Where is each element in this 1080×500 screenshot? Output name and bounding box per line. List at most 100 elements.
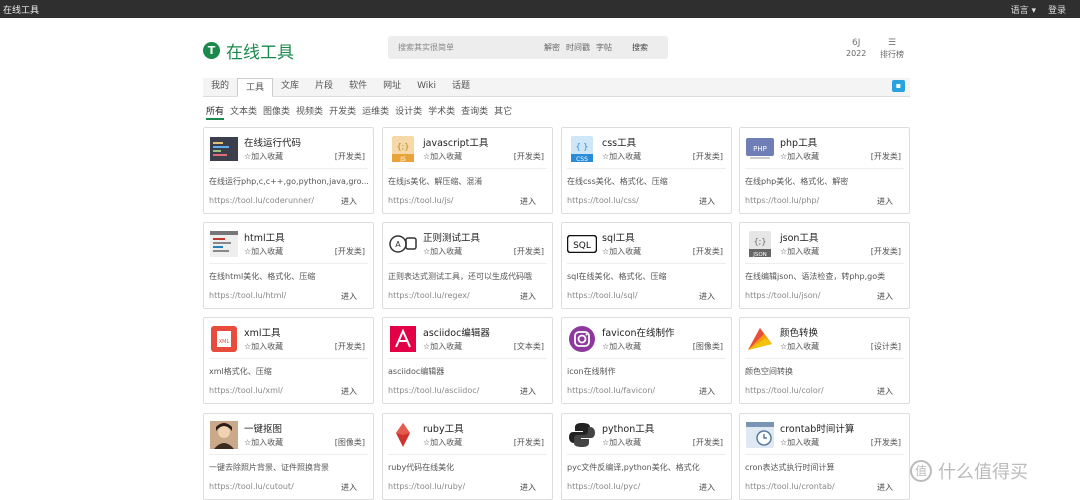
category-filter-item[interactable]: 图像类 (263, 104, 290, 120)
tab-item[interactable]: 工具 (237, 78, 274, 97)
enter-link[interactable]: 进入 (699, 482, 715, 493)
tool-card[interactable]: { } CSS css工具 ☆加入收藏 [开发类] 在线css美化、格式化、压缩 https… (561, 127, 732, 214)
category-filter-item[interactable]: 运维类 (362, 104, 389, 120)
tool-card[interactable]: 在线运行代码 ☆加入收藏 [开发类] 在线运行php,c,c++,go,python,… (203, 127, 374, 214)
search-tag[interactable]: 解密 (544, 42, 560, 53)
add-favorite-button[interactable]: ☆加入收藏 (780, 151, 819, 162)
enter-link[interactable]: 进入 (520, 196, 536, 207)
asciidoc-icon (388, 325, 418, 353)
tab-item[interactable]: 片段 (307, 77, 341, 96)
tool-title[interactable]: xml工具 (244, 325, 281, 339)
language-menu[interactable]: 语言 ▾ (1011, 3, 1036, 16)
tool-card[interactable]: A 正则测试工具 ☆加入收藏 [开发类] 正则表达式测试工具，还可以生成代码哦 https… (382, 222, 553, 309)
tool-card[interactable]: {;} JS javascript工具 ☆加入收藏 [开发类] 在线js美化、解压缩、混淆… (382, 127, 553, 214)
add-favorite-button[interactable]: ☆加入收藏 (780, 246, 819, 257)
year-stat[interactable]: 6J 2022 (846, 38, 866, 58)
tool-title[interactable]: css工具 (602, 135, 636, 149)
add-favorite-button[interactable]: ☆加入收藏 (423, 341, 462, 352)
tab-item[interactable]: 软件 (341, 77, 375, 96)
category-filter-item[interactable]: 视频类 (296, 104, 323, 120)
enter-link[interactable]: 进入 (520, 386, 536, 397)
search-input[interactable]: 搜索其实很简单 (398, 42, 544, 53)
add-favorite-button[interactable]: ☆加入收藏 (780, 341, 819, 352)
tool-title[interactable]: favicon在线制作 (602, 325, 674, 339)
enter-link[interactable]: 进入 (520, 291, 536, 302)
tool-title[interactable]: 一键抠图 (244, 421, 282, 435)
enter-link[interactable]: 进入 (341, 386, 357, 397)
add-favorite-button[interactable]: ☆加入收藏 (244, 151, 283, 162)
tool-card[interactable]: 一键抠图 ☆加入收藏 [图像类] 一键去除照片背景、证件照换背景 https://too… (203, 413, 374, 500)
enter-link[interactable]: 进入 (341, 482, 357, 493)
tool-card[interactable]: asciidoc编辑器 ☆加入收藏 [文本类] asciidoc编辑器 https://… (382, 317, 553, 404)
category-filter-item[interactable]: 开发类 (329, 104, 356, 120)
category-filter-item[interactable]: 所有 (206, 104, 225, 120)
add-favorite-button[interactable]: ☆加入收藏 (780, 437, 819, 448)
tool-title[interactable]: sql工具 (602, 230, 635, 244)
tab-item[interactable]: Wiki (409, 77, 444, 96)
tab-item[interactable]: 我的 (203, 77, 237, 96)
tool-card[interactable]: html工具 ☆加入收藏 [开发类] 在线html美化、格式化、压缩 https://t… (203, 222, 374, 309)
tool-card[interactable]: SQL sql工具 ☆加入收藏 [开发类] sql在线美化、格式化、压缩 https://… (561, 222, 732, 309)
tool-description: cron表达式执行时间计算 (745, 463, 835, 472)
tool-title[interactable]: 在线运行代码 (244, 135, 301, 149)
enter-link[interactable]: 进入 (699, 196, 715, 207)
category-filter-item[interactable]: 设计类 (395, 104, 422, 120)
enter-link[interactable]: 进入 (877, 386, 893, 397)
tab-item[interactable]: 网址 (375, 77, 409, 96)
category-filter-item[interactable]: 文本类 (230, 104, 257, 120)
enter-link[interactable]: 进入 (877, 482, 893, 493)
tool-title[interactable]: ruby工具 (423, 421, 464, 435)
enter-link[interactable]: 进入 (520, 482, 536, 493)
card-divider (388, 454, 547, 455)
add-favorite-button[interactable]: ☆加入收藏 (244, 341, 283, 352)
tab-item[interactable]: 文库 (273, 77, 307, 96)
enter-link[interactable]: 进入 (341, 291, 357, 302)
add-favorite-button[interactable]: ☆加入收藏 (602, 437, 641, 448)
enter-link[interactable]: 进入 (699, 291, 715, 302)
search-button[interactable]: 搜索 (632, 42, 648, 53)
tool-title[interactable]: 颜色转换 (780, 325, 818, 339)
tool-card[interactable]: 颜色转换 ☆加入收藏 [设计类] 颜色空间转换 https://tool.lu/colo… (739, 317, 910, 404)
add-favorite-button[interactable]: ☆加入收藏 (423, 437, 462, 448)
category-filter-item[interactable]: 查询类 (461, 104, 488, 120)
add-favorite-button[interactable]: ☆加入收藏 (602, 341, 641, 352)
add-favorite-button[interactable]: ☆加入收藏 (423, 246, 462, 257)
login-link[interactable]: 登录 (1048, 3, 1066, 16)
ranking-link[interactable]: ☰ 排行榜 (880, 38, 904, 60)
enter-link[interactable]: 进入 (341, 196, 357, 207)
tool-card[interactable]: favicon在线制作 ☆加入收藏 [图像类] icon在线制作 https://too… (561, 317, 732, 404)
search-bar: 搜索其实很简单 解密 时间戳 字帖 搜索 (388, 36, 668, 59)
tool-title[interactable]: crontab时间计算 (780, 421, 854, 435)
tool-card[interactable]: XML xml工具 ☆加入收藏 [开发类] xml格式化、压缩 https://tool.… (203, 317, 374, 404)
add-favorite-button[interactable]: ☆加入收藏 (602, 246, 641, 257)
tool-title[interactable]: asciidoc编辑器 (423, 325, 490, 339)
tool-card[interactable]: PHP php工具 ☆加入收藏 [开发类] 在线php美化、格式化、解密 https://… (739, 127, 910, 214)
tool-title[interactable]: python工具 (602, 421, 654, 435)
site-logo[interactable]: T 在线工具 (203, 38, 294, 63)
enter-link[interactable]: 进入 (699, 386, 715, 397)
tool-title[interactable]: php工具 (780, 135, 817, 149)
enter-link[interactable]: 进入 (877, 291, 893, 302)
tool-category: [开发类] (513, 152, 544, 161)
search-tag[interactable]: 字帖 (596, 42, 612, 53)
add-favorite-button[interactable]: ☆加入收藏 (423, 151, 462, 162)
enter-link[interactable]: 进入 (877, 196, 893, 207)
tool-title[interactable]: html工具 (244, 230, 285, 244)
tool-card[interactable]: ruby工具 ☆加入收藏 [开发类] ruby代码在线美化 https://tool.l… (382, 413, 553, 500)
tool-title[interactable]: 正则测试工具 (423, 230, 480, 244)
card-divider (209, 263, 368, 264)
chat-icon[interactable]: ▪ (892, 80, 905, 92)
tool-title[interactable]: json工具 (780, 230, 818, 244)
tool-card[interactable]: python工具 ☆加入收藏 [开发类] pyc文件反编译,python美化、格式化 h… (561, 413, 732, 500)
add-favorite-button[interactable]: ☆加入收藏 (244, 246, 283, 257)
category-filter-item[interactable]: 其它 (494, 104, 512, 120)
site-brand[interactable]: 在线工具 (3, 3, 39, 16)
search-tag[interactable]: 时间戳 (566, 42, 590, 53)
category-filter-item[interactable]: 学术类 (428, 104, 455, 120)
add-favorite-button[interactable]: ☆加入收藏 (244, 437, 283, 448)
tool-card[interactable]: {;} JSON json工具 ☆加入收藏 [开发类] 在线编辑json、语法检查，转ph… (739, 222, 910, 309)
tab-item[interactable]: 话题 (444, 77, 478, 96)
add-favorite-button[interactable]: ☆加入收藏 (602, 151, 641, 162)
tool-title[interactable]: javascript工具 (423, 135, 488, 149)
tool-card[interactable]: crontab时间计算 ☆加入收藏 [开发类] cron表达式执行时间计算 https:… (739, 413, 910, 500)
